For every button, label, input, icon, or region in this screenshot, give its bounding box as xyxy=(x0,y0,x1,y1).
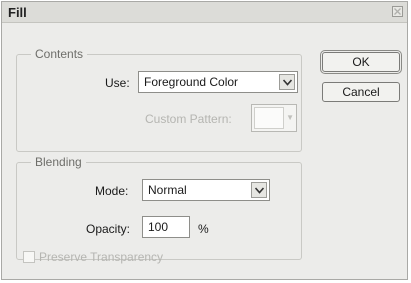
ok-button[interactable]: OK xyxy=(320,50,402,74)
mode-select-value: Normal xyxy=(148,183,187,197)
dialog-title: Fill xyxy=(8,5,27,20)
contents-group: Contents xyxy=(16,47,302,152)
contents-legend: Contents xyxy=(31,47,88,61)
chevron-down-icon[interactable] xyxy=(279,74,295,90)
mode-label: Mode: xyxy=(95,184,129,198)
mode-select[interactable]: Normal xyxy=(142,179,270,201)
blending-group: Blending xyxy=(16,155,302,260)
chevron-down-icon[interactable] xyxy=(251,182,267,198)
opacity-value: 100 xyxy=(148,220,169,234)
fill-dialog: Fill Contents Use: Foreground Color Cust… xyxy=(1,1,408,280)
opacity-input[interactable]: 100 xyxy=(142,216,190,238)
opacity-unit: % xyxy=(198,222,209,236)
cancel-button[interactable]: Cancel xyxy=(322,82,400,102)
preserve-transparency-label: Preserve Transparency xyxy=(39,250,164,264)
blending-legend: Blending xyxy=(31,155,86,169)
use-label: Use: xyxy=(105,76,130,90)
close-icon[interactable] xyxy=(392,6,403,17)
opacity-label: Opacity: xyxy=(86,222,131,236)
title-bar: Fill xyxy=(2,2,407,23)
custom-pattern-label: Custom Pattern: xyxy=(145,112,232,126)
use-select[interactable]: Foreground Color xyxy=(138,71,298,93)
preserve-transparency-checkbox xyxy=(23,251,35,263)
pattern-swatch xyxy=(254,107,284,129)
chevron-down-icon: ▼ xyxy=(286,113,294,122)
use-select-value: Foreground Color xyxy=(144,75,239,89)
custom-pattern-picker: ▼ xyxy=(251,104,297,132)
